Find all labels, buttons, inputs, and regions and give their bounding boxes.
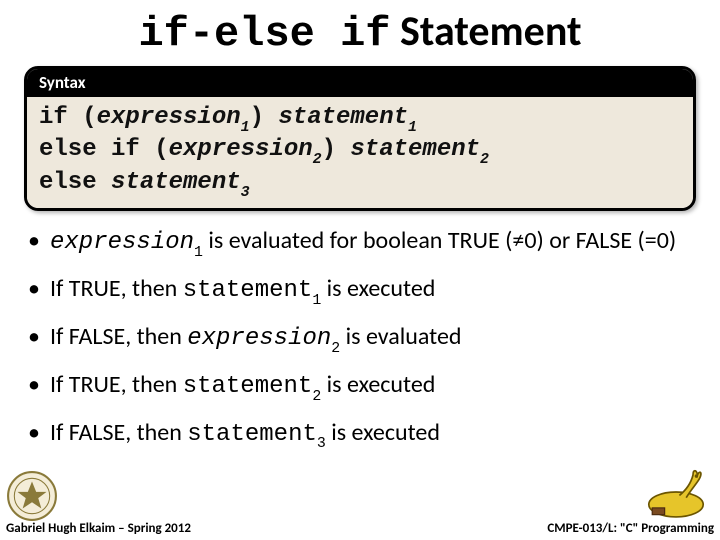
slide-title: if-else if Statement <box>0 0 720 66</box>
bullet-item: If FALSE, then statement3 is executed <box>28 417 692 453</box>
syntax-line: else statement3 <box>39 168 681 200</box>
bullet-item: If TRUE, then statement1 is executed <box>28 273 692 309</box>
syntax-body: if (expression1) statement1 else if (exp… <box>27 97 693 208</box>
university-seal-icon <box>6 470 58 522</box>
syntax-box: Syntax if (expression1) statement1 else … <box>24 66 696 211</box>
bullet-item: expression1 is evaluated for boolean TRU… <box>28 225 692 261</box>
bullet-item: If TRUE, then statement2 is executed <box>28 369 692 405</box>
syntax-header: Syntax <box>27 69 693 97</box>
slug-mascot-icon <box>642 462 710 522</box>
footer-left: Gabriel Hugh Elkaim – Spring 2012 <box>6 521 191 536</box>
bullet-list: expression1 is evaluated for boolean TRU… <box>0 225 720 452</box>
bullet-item: If FALSE, then expression2 is evaluated <box>28 321 692 357</box>
footer-right: CMPE-013/L: "C" Programming <box>547 521 714 536</box>
title-code: if-else if <box>138 10 390 58</box>
title-word: Statement <box>390 6 581 57</box>
syntax-line: if (expression1) statement1 <box>39 103 681 135</box>
syntax-line: else if (expression2) statement2 <box>39 135 681 167</box>
